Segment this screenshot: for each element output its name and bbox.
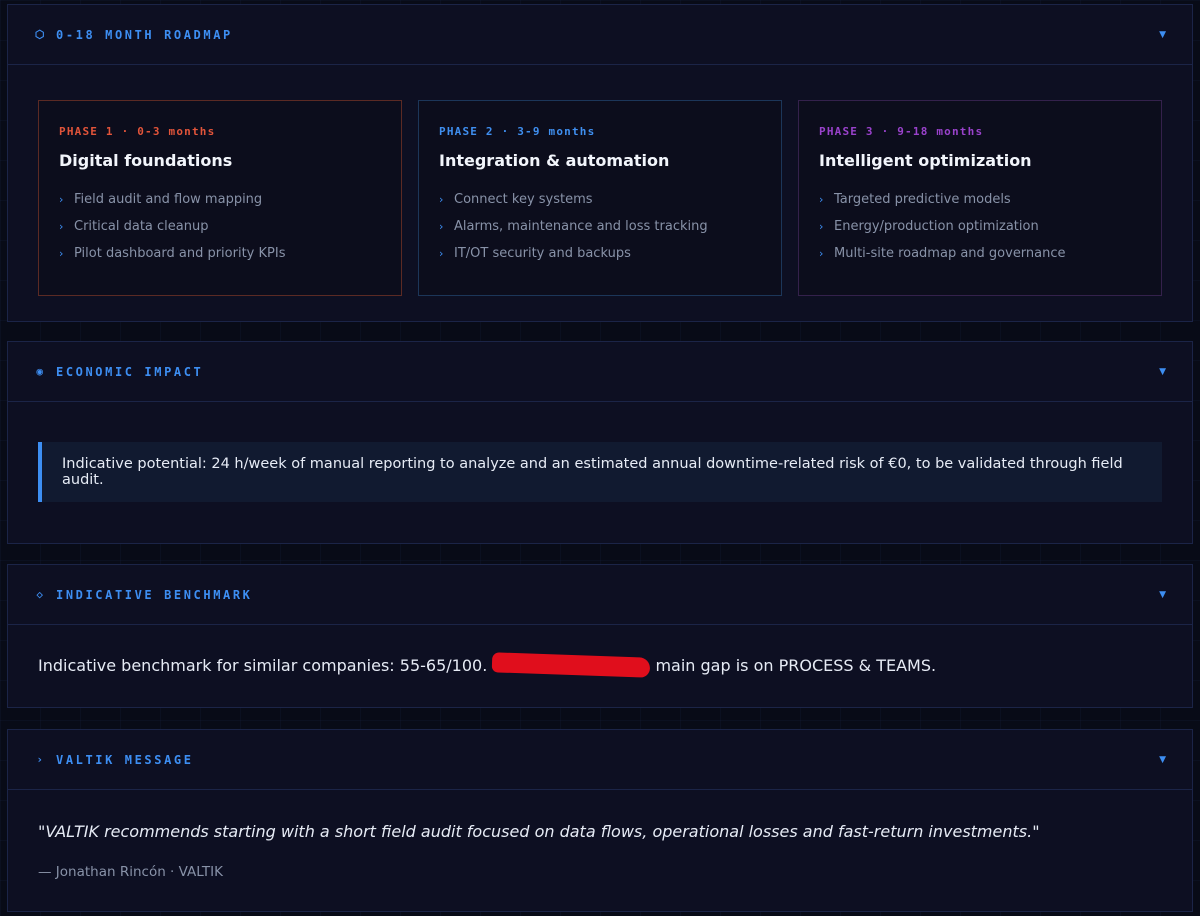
phase-title: Digital foundations xyxy=(59,151,233,170)
chevron-right-icon: › xyxy=(819,193,824,206)
phase-card-2: PHASE 2 · 3-9 months Integration & autom… xyxy=(418,100,782,296)
phase-list: › Connect key systems › Alarms, maintenanc… xyxy=(439,191,761,272)
list-item: › IT/OT security and backups xyxy=(439,245,761,272)
phase-tag: PHASE 1 · 0-3 months xyxy=(59,125,216,138)
message-panel: › VALTIK MESSAGE ▼ "VALTIK recommends st… xyxy=(7,729,1193,912)
list-item: › Connect key systems xyxy=(439,191,761,218)
roadmap-panel-header[interactable]: ⬡ 0-18 MONTH ROADMAP ▼ xyxy=(8,5,1192,65)
list-item: › Critical data cleanup xyxy=(59,218,381,245)
chevron-right-icon: › xyxy=(36,753,46,766)
phase-card-1: PHASE 1 · 0-3 months Digital foundations… xyxy=(38,100,402,296)
list-item: › Field audit and flow mapping xyxy=(59,191,381,218)
phase-tag: PHASE 2 · 3-9 months xyxy=(439,125,596,138)
roadmap-title-wrap: ⬡ 0-18 MONTH ROADMAP xyxy=(34,28,233,42)
list-item-label: Pilot dashboard and priority KPIs xyxy=(74,246,286,261)
economic-panel-header[interactable]: ◉ ECONOMIC IMPACT ▼ xyxy=(8,342,1192,402)
hexagon-icon: ⬡ xyxy=(34,28,48,41)
redaction-mark xyxy=(492,652,651,678)
economic-title-wrap: ◉ ECONOMIC IMPACT xyxy=(34,365,203,379)
list-item-label: Field audit and flow mapping xyxy=(74,192,263,207)
benchmark-title-wrap: ◇ INDICATIVE BENCHMARK xyxy=(34,588,253,602)
caret-down-icon[interactable]: ▼ xyxy=(1159,30,1166,40)
benchmark-title: INDICATIVE BENCHMARK xyxy=(56,587,253,602)
phase-card-3: PHASE 3 · 9-18 months Intelligent optimi… xyxy=(798,100,1162,296)
list-item-label: IT/OT security and backups xyxy=(454,246,631,261)
list-item: › Pilot dashboard and priority KPIs xyxy=(59,245,381,272)
chevron-right-icon: › xyxy=(59,220,64,233)
list-item: › Alarms, maintenance and loss tracking xyxy=(439,218,761,245)
list-item-label: Connect key systems xyxy=(454,192,593,207)
message-attribution: — Jonathan Rincón · VALTIK xyxy=(38,864,223,880)
message-panel-header[interactable]: › VALTIK MESSAGE ▼ xyxy=(8,730,1192,790)
message-title: VALTIK MESSAGE xyxy=(56,752,194,767)
message-title-wrap: › VALTIK MESSAGE xyxy=(34,753,194,767)
economic-title: ECONOMIC IMPACT xyxy=(56,364,204,379)
phase-title: Intelligent optimization xyxy=(819,151,1032,170)
economic-text: Indicative potential: 24 h/week of manua… xyxy=(62,456,1123,488)
phase-list: › Targeted predictive models › Energy/prod… xyxy=(819,191,1141,272)
chevron-right-icon: › xyxy=(439,247,444,260)
target-icon: ◉ xyxy=(36,365,46,378)
list-item-label: Critical data cleanup xyxy=(74,219,209,234)
message-quote: "VALTIK recommends starting with a short… xyxy=(38,822,1040,841)
benchmark-text-before: Indicative benchmark for similar compani… xyxy=(38,656,493,675)
roadmap-title: 0-18 MONTH ROADMAP xyxy=(56,27,233,42)
phase-title: Integration & automation xyxy=(439,151,670,170)
economic-impact-panel: ◉ ECONOMIC IMPACT ▼ Indicative potential… xyxy=(7,341,1193,544)
chevron-right-icon: › xyxy=(59,247,64,260)
diamond-icon: ◇ xyxy=(36,588,46,601)
chevron-right-icon: › xyxy=(819,247,824,260)
benchmark-panel: ◇ INDICATIVE BENCHMARK ▼ Indicative benc… xyxy=(7,564,1193,708)
benchmark-panel-header[interactable]: ◇ INDICATIVE BENCHMARK ▼ xyxy=(8,565,1192,625)
list-item: › Multi-site roadmap and governance xyxy=(819,245,1141,272)
chevron-right-icon: › xyxy=(439,193,444,206)
benchmark-text-after: main gap is on PROCESS & TEAMS. xyxy=(650,656,937,675)
phase-list: › Field audit and flow mapping › Critical … xyxy=(59,191,381,272)
list-item: › Energy/production optimization xyxy=(819,218,1141,245)
caret-down-icon[interactable]: ▼ xyxy=(1159,367,1166,377)
list-item-label: Multi-site roadmap and governance xyxy=(834,246,1066,261)
chevron-right-icon: › xyxy=(439,220,444,233)
list-item-label: Targeted predictive models xyxy=(834,192,1011,207)
chevron-right-icon: › xyxy=(59,193,64,206)
list-item: › Targeted predictive models xyxy=(819,191,1141,218)
economic-callout: Indicative potential: 24 h/week of manua… xyxy=(38,442,1162,502)
phase-tag: PHASE 3 · 9-18 months xyxy=(819,125,984,138)
chevron-right-icon: › xyxy=(819,220,824,233)
benchmark-text: Indicative benchmark for similar compani… xyxy=(38,652,937,678)
phase-cards: PHASE 1 · 0-3 months Digital foundations… xyxy=(38,100,1162,296)
caret-down-icon[interactable]: ▼ xyxy=(1159,755,1166,765)
list-item-label: Energy/production optimization xyxy=(834,219,1039,234)
list-item-label: Alarms, maintenance and loss tracking xyxy=(454,219,708,234)
roadmap-panel: ⬡ 0-18 MONTH ROADMAP ▼ PHASE 1 · 0-3 mon… xyxy=(7,4,1193,322)
caret-down-icon[interactable]: ▼ xyxy=(1159,590,1166,600)
